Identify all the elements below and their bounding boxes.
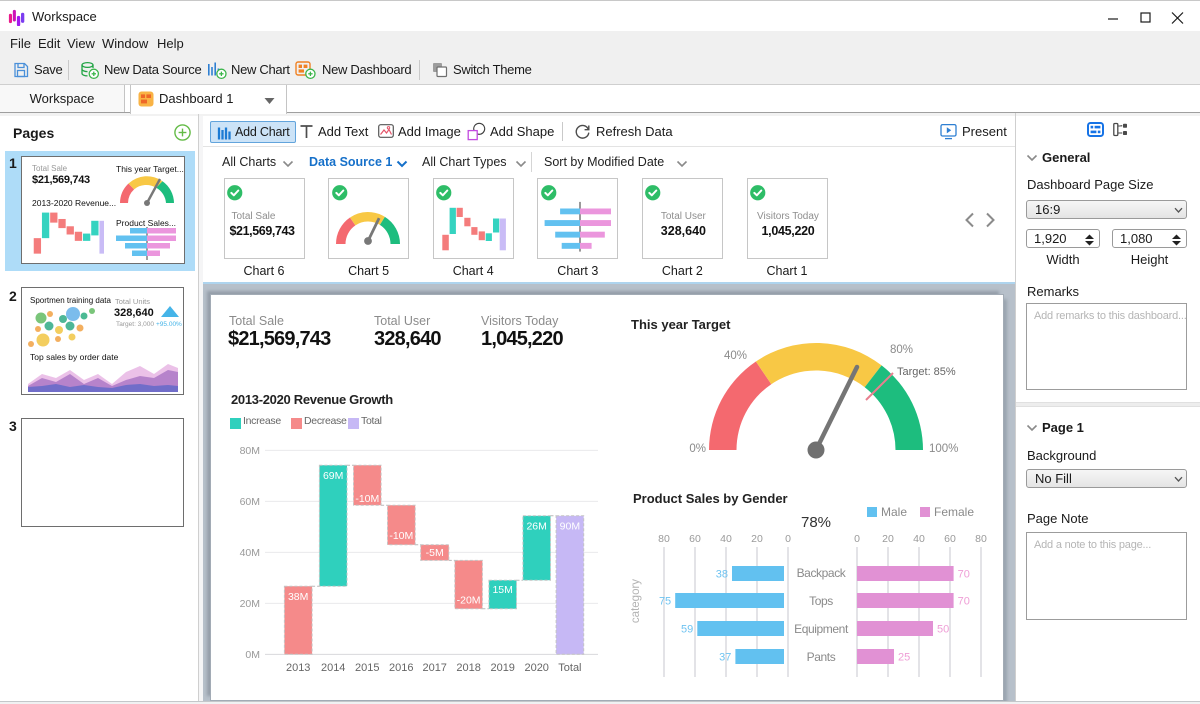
svg-text:70: 70: [958, 569, 970, 581]
svg-text:59: 59: [681, 624, 693, 636]
svg-text:-10M: -10M: [355, 493, 379, 505]
svg-text:60M: 60M: [240, 496, 260, 508]
svg-text:15M: 15M: [492, 584, 512, 596]
svg-text:80: 80: [658, 533, 670, 545]
svg-text:-5M: -5M: [426, 547, 444, 559]
svg-text:2017: 2017: [422, 662, 446, 674]
svg-text:69M: 69M: [323, 470, 343, 482]
svg-text:2019: 2019: [490, 662, 514, 674]
svg-text:50: 50: [937, 624, 949, 636]
svg-text:37: 37: [719, 652, 731, 664]
svg-text:60: 60: [689, 533, 701, 545]
svg-text:70: 70: [958, 596, 970, 608]
svg-text:40M: 40M: [240, 547, 260, 559]
svg-text:20M: 20M: [240, 598, 260, 610]
svg-text:60: 60: [944, 533, 956, 545]
svg-text:0M: 0M: [245, 649, 260, 661]
svg-text:38: 38: [716, 569, 728, 581]
svg-text:-20M: -20M: [457, 595, 481, 607]
svg-text:26M: 26M: [526, 521, 546, 533]
svg-text:2016: 2016: [389, 662, 413, 674]
svg-text:80: 80: [975, 533, 987, 545]
svg-text:20: 20: [751, 533, 763, 545]
svg-text:80M: 80M: [240, 445, 260, 457]
svg-text:0: 0: [785, 533, 791, 545]
svg-text:25: 25: [898, 652, 910, 664]
svg-text:2020: 2020: [524, 662, 548, 674]
svg-text:40: 40: [913, 533, 925, 545]
svg-text:20: 20: [882, 533, 894, 545]
svg-text:-10M: -10M: [389, 530, 413, 542]
svg-text:2015: 2015: [355, 662, 379, 674]
svg-text:90M: 90M: [560, 521, 580, 533]
svg-text:40: 40: [720, 533, 732, 545]
svg-text:0: 0: [854, 533, 860, 545]
svg-text:Total: Total: [558, 662, 581, 674]
svg-text:75: 75: [659, 596, 671, 608]
svg-text:2014: 2014: [321, 662, 345, 674]
svg-text:2018: 2018: [456, 662, 480, 674]
svg-text:2013: 2013: [286, 662, 310, 674]
svg-text:38M: 38M: [288, 591, 308, 603]
